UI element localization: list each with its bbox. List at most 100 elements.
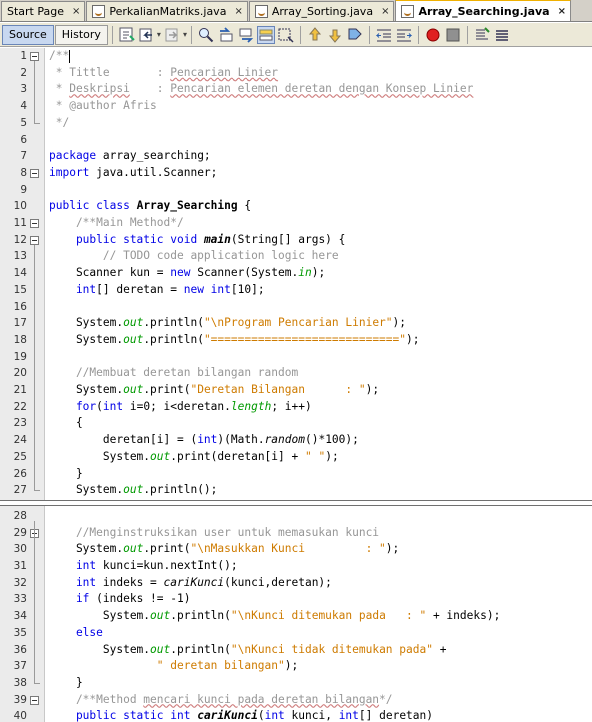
fold-collapse-icon[interactable]: [30, 235, 39, 245]
code-line[interactable]: 26 }: [0, 466, 592, 483]
code-line[interactable]: 23 {: [0, 415, 592, 432]
start-macro-icon[interactable]: [424, 26, 442, 44]
code-line[interactable]: 20 //Membuat deretan bilangan random: [0, 365, 592, 382]
line-number: 24: [13, 434, 27, 447]
uncomment-icon[interactable]: [493, 26, 511, 44]
fold-collapse-icon[interactable]: [30, 219, 39, 228]
last-edit-icon[interactable]: [118, 26, 136, 44]
tab-0[interactable]: Start Page ×: [1, 1, 86, 21]
next-bookmark-icon[interactable]: [326, 26, 344, 44]
code-line[interactable]: 22 for(int i=0; i<deretan.length; i++): [0, 399, 592, 416]
forward-icon[interactable]: [164, 26, 182, 44]
code-line[interactable]: 24 deretan[i] = (int)(Math.random()*100)…: [0, 432, 592, 449]
code-line[interactable]: 7 package array_searching;: [0, 148, 592, 165]
code-text: //Membuat deretan bilangan random: [49, 365, 298, 382]
code-line[interactable]: 16: [0, 299, 592, 316]
code-token: );: [392, 316, 407, 330]
code-token: .println(: [170, 642, 231, 656]
code-line[interactable]: 37 " deretan bilangan");: [0, 658, 592, 675]
code-line[interactable]: 3 * Deskripsi : Pencarian elemen deretan…: [0, 81, 592, 98]
code-text: System.out.println("\nKunci tidak ditemu…: [49, 642, 447, 659]
code-line[interactable]: 4 * @author Afris: [0, 98, 592, 115]
code-line[interactable]: 32 int indeks = cariKunci(kunci,deretan)…: [0, 575, 592, 592]
close-tab-icon[interactable]: ×: [72, 6, 80, 17]
comment-icon[interactable]: [473, 26, 491, 44]
close-tab-icon[interactable]: ×: [381, 6, 389, 17]
shift-left-icon[interactable]: [375, 26, 393, 44]
code-token: :: [129, 82, 171, 96]
code-line[interactable]: 33 if (indeks != -1): [0, 591, 592, 608]
previous-bookmark-icon[interactable]: [306, 26, 324, 44]
code-token: */: [49, 115, 70, 129]
code-line[interactable]: 17 System.out.println("\nProgram Pencari…: [0, 315, 592, 332]
code-line[interactable]: 14 Scanner kun = new Scanner(System.in);: [0, 265, 592, 282]
code-editor[interactable]: 1/** 2 * Tittle : Pencarian Linier 3 * Des…: [0, 48, 592, 722]
code-line[interactable]: 25 System.out.print(deretan[i] + " ");: [0, 449, 592, 466]
code-token: // TODO code application logic here: [49, 249, 339, 263]
code-line[interactable]: 39 /**Method mencari kunci pada deretan …: [0, 692, 592, 709]
fold-collapse-icon[interactable]: [30, 52, 39, 61]
fold-collapse-icon[interactable]: [30, 695, 39, 705]
line-number: 10: [13, 200, 27, 213]
code-line[interactable]: 36 System.out.println("\nKunci tidak dit…: [0, 642, 592, 659]
tab-3[interactable]: Array_Searching.java ×: [395, 0, 571, 21]
toggle-highlight-icon[interactable]: [256, 25, 275, 44]
close-tab-icon[interactable]: ×: [558, 6, 566, 17]
code-text: /**Method mencari kunci pada deretan bil…: [49, 692, 393, 709]
tab-2[interactable]: Array_Sorting.java ×: [248, 1, 395, 21]
code-line[interactable]: 9: [0, 182, 592, 199]
stop-macro-icon[interactable]: [444, 26, 462, 44]
code-token: kunci=kun.nextInt();: [96, 559, 238, 572]
line-number: 17: [13, 317, 27, 330]
code-token: .println(: [143, 316, 204, 330]
toggle-rectangular-selection-icon[interactable]: [277, 26, 295, 44]
find-previous-icon[interactable]: [217, 26, 235, 44]
code-token: array_searching;: [96, 149, 211, 163]
fold-collapse-icon[interactable]: [30, 168, 39, 178]
line-number: 37: [13, 660, 27, 673]
code-line[interactable]: 11 /**Main Method*/: [0, 215, 592, 232]
code-line[interactable]: 10 public class Array_Searching {: [0, 198, 592, 215]
code-line[interactable]: 2 * Tittle : Pencarian Linier: [0, 65, 592, 82]
code-line[interactable]: 6: [0, 132, 592, 149]
code-line[interactable]: 19: [0, 349, 592, 366]
code-line[interactable]: 31 int kunci=kun.nextInt();: [0, 558, 592, 575]
code-token: out: [123, 332, 144, 346]
code-text: * @author Afris: [49, 98, 157, 115]
code-line[interactable]: 27 System.out.println();: [0, 482, 592, 499]
line-number: 22: [13, 400, 27, 413]
code-line[interactable]: 35 else: [0, 625, 592, 642]
code-line[interactable]: 8 import java.util.Scanner;: [0, 165, 592, 182]
code-line[interactable]: 13 // TODO code application logic here: [0, 248, 592, 265]
code-line[interactable]: 5 */: [0, 115, 592, 132]
code-line[interactable]: 28: [0, 508, 592, 525]
forward-dropdown-icon[interactable]: ▾: [183, 30, 187, 39]
line-number: 21: [13, 384, 27, 396]
code-token: "Deretan Bilangan : ": [190, 383, 366, 396]
code-line[interactable]: 12 public static void main(String[] args…: [0, 232, 592, 249]
back-icon[interactable]: [138, 26, 156, 44]
code-line[interactable]: 15 int[] deretan = new int[10];: [0, 282, 592, 299]
code-line[interactable]: 1 /**: [0, 48, 592, 65]
source-view-button[interactable]: Source: [2, 24, 54, 45]
editor-split-divider[interactable]: [0, 499, 592, 506]
code-token: ()*100);: [304, 433, 359, 447]
code-line[interactable]: 34 System.out.println("\nKunci ditemukan…: [0, 608, 592, 625]
code-token: new int: [183, 282, 231, 296]
close-tab-icon[interactable]: ×: [234, 6, 242, 17]
code-line[interactable]: 21 System.out.print("Deretan Bilangan : …: [0, 382, 592, 399]
back-dropdown-icon[interactable]: ▾: [157, 30, 161, 39]
code-line[interactable]: 18 System.out.println("=================…: [0, 332, 592, 349]
find-icon[interactable]: [197, 26, 215, 44]
code-token: java.util.Scanner;: [89, 165, 218, 179]
code-line[interactable]: 29 //Menginstruksikan user untuk memasuk…: [0, 525, 592, 542]
tab-1[interactable]: PerkalianMatriks.java ×: [86, 1, 248, 21]
editor-tab-strip: Start Page × PerkalianMatriks.java × Array_S…: [0, 0, 592, 22]
find-next-icon[interactable]: [237, 26, 255, 44]
history-view-button[interactable]: History: [54, 24, 108, 45]
code-line[interactable]: 30 System.out.print("\nMasukkan Kunci : …: [0, 541, 592, 558]
code-line[interactable]: 40 public static int cariKunci(int kunci…: [0, 708, 592, 722]
toggle-bookmark-icon[interactable]: [346, 26, 364, 44]
code-line[interactable]: 38 }: [0, 675, 592, 692]
shift-right-icon[interactable]: [395, 26, 413, 44]
